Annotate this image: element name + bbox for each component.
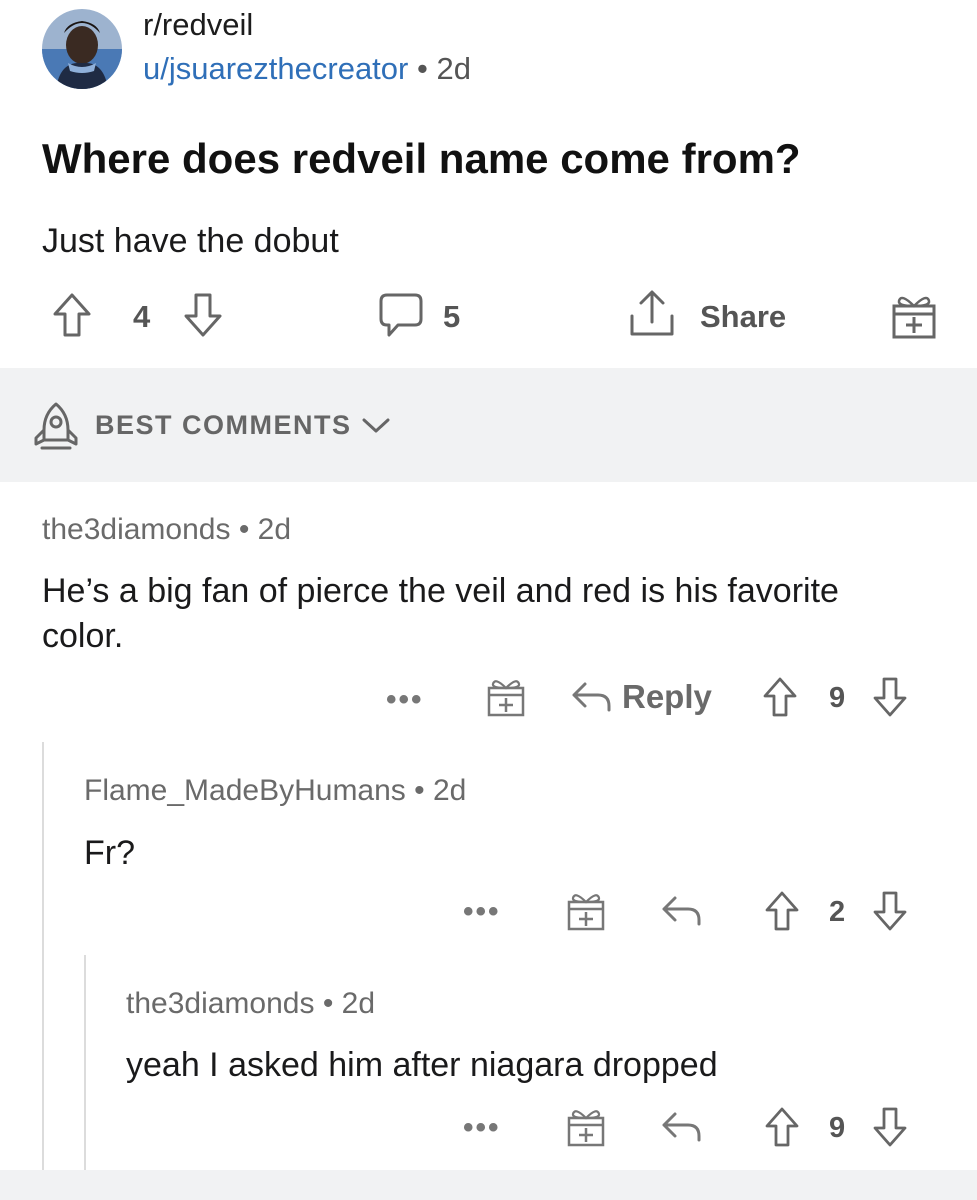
comment-age: 2d xyxy=(341,987,376,1020)
award-gift-icon[interactable] xyxy=(566,1106,606,1148)
meta-separator: • xyxy=(417,51,428,86)
meta-separator: • xyxy=(414,774,425,807)
comment-vote-count: 9 xyxy=(829,1112,846,1144)
comment-downvote-icon[interactable] xyxy=(872,890,908,932)
meta-separator: • xyxy=(238,513,250,546)
comment-meta: the3diamonds • 2d xyxy=(126,985,375,1023)
more-options-icon[interactable]: ••• xyxy=(463,1113,501,1143)
comment-meta: the3diamonds • 2d xyxy=(42,511,291,549)
post-upvote-icon[interactable] xyxy=(52,292,92,338)
award-gift-icon[interactable] xyxy=(566,890,606,932)
reply-arrow-icon[interactable] xyxy=(660,894,702,928)
comment-age: 2d xyxy=(433,774,467,807)
subreddit-avatar[interactable] xyxy=(42,9,122,89)
comment-text: He’s a big fan of pierce the veil and re… xyxy=(42,572,839,655)
post-body: Just have the dobut xyxy=(42,222,339,260)
post-comment-count[interactable]: 5 xyxy=(443,298,460,336)
meta-separator: • xyxy=(322,987,334,1020)
post-title[interactable]: Where does redveil name come from? xyxy=(42,133,801,185)
comment-bubble-icon[interactable] xyxy=(378,292,424,340)
section-divider xyxy=(0,1170,977,1200)
comment-vote-count: 2 xyxy=(829,896,846,928)
comment-meta: Flame_MadeByHumans • 2d xyxy=(84,772,466,810)
reply-button[interactable]: Reply xyxy=(622,677,712,717)
share-icon[interactable] xyxy=(628,288,676,340)
comment-vote-count: 9 xyxy=(829,682,846,714)
subreddit-name[interactable]: r/redveil xyxy=(143,6,253,44)
comment-upvote-icon[interactable] xyxy=(762,676,798,718)
comment-text: Fr? xyxy=(84,834,135,872)
sort-label[interactable]: BEST COMMENTS xyxy=(95,408,352,442)
post-age: 2d xyxy=(436,51,471,86)
post-downvote-icon[interactable] xyxy=(183,292,223,338)
comment-downvote-icon[interactable] xyxy=(872,676,908,718)
thread-line[interactable] xyxy=(42,742,44,1170)
comment-upvote-icon[interactable] xyxy=(764,890,800,932)
comment-text: yeah I asked him after niagara dropped xyxy=(126,1046,718,1084)
comment-author[interactable]: the3diamonds xyxy=(42,513,230,546)
comment-downvote-icon[interactable] xyxy=(872,1106,908,1148)
reply-arrow-icon[interactable] xyxy=(660,1110,702,1144)
award-gift-icon[interactable] xyxy=(486,676,526,718)
post-meta: u/jsuarezthecreator • 2d xyxy=(143,50,471,88)
comment-author[interactable]: the3diamonds xyxy=(126,987,314,1020)
post-author[interactable]: u/jsuarezthecreator xyxy=(143,51,408,86)
more-options-icon[interactable]: ••• xyxy=(386,685,424,715)
thread-line[interactable] xyxy=(84,955,86,1170)
award-gift-icon[interactable] xyxy=(891,292,937,340)
rocket-icon xyxy=(32,400,80,452)
comment-author[interactable]: Flame_MadeByHumans xyxy=(84,774,406,807)
comment-age: 2d xyxy=(257,513,292,546)
reply-arrow-icon[interactable] xyxy=(570,680,612,714)
comment-upvote-icon[interactable] xyxy=(764,1106,800,1148)
chevron-down-icon[interactable] xyxy=(362,418,390,434)
more-options-icon[interactable]: ••• xyxy=(463,897,501,927)
share-label[interactable]: Share xyxy=(700,298,786,336)
post-vote-count: 4 xyxy=(133,299,151,334)
